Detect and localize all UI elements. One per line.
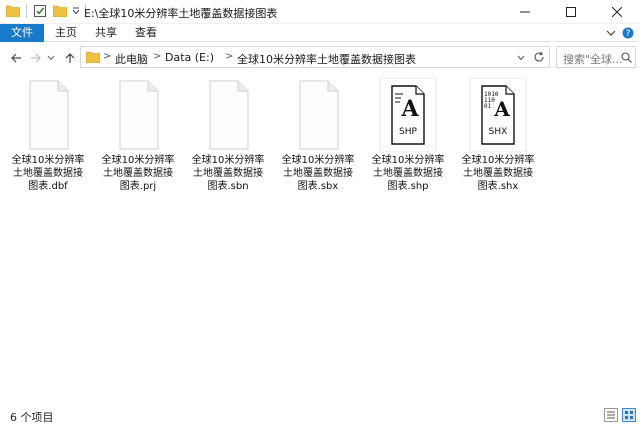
- tab-view[interactable]: 查看: [126, 24, 166, 42]
- breadcrumb-separator-icon[interactable]: >: [225, 51, 233, 62]
- refresh-icon[interactable]: [533, 51, 545, 63]
- maximize-icon: [566, 7, 576, 17]
- tab-share[interactable]: 共享: [86, 24, 126, 42]
- breadcrumb-separator-icon[interactable]: >: [103, 51, 111, 62]
- expand-ribbon-icon[interactable]: [606, 29, 616, 37]
- file-name-line: 全球10米分辨率: [191, 155, 265, 166]
- address-dropdown-icon[interactable]: [517, 54, 525, 62]
- folder-icon: [86, 51, 100, 63]
- address-bar[interactable]: > 此电脑 > Data (E:) > 全球10米分辨率土地覆盖数据接图表: [80, 46, 550, 68]
- arrow-up-icon: [65, 53, 75, 63]
- svg-text:A: A: [400, 96, 419, 122]
- file-badge: SHP: [399, 127, 417, 137]
- blank-file-icon: [299, 80, 339, 150]
- file-name-line: 图表.shx: [477, 181, 519, 192]
- blank-file-icon: [119, 80, 159, 150]
- file-name: 全球10米分辨率 土地覆盖数据接 图表.shp: [368, 154, 448, 193]
- title-bar: E:\全球10米分辨率土地覆盖数据接图表: [0, 0, 640, 24]
- svg-text:01: 01: [484, 103, 492, 110]
- window-title: E:\全球10米分辨率土地覆盖数据接图表: [84, 7, 278, 20]
- new-folder-icon[interactable]: [53, 5, 67, 17]
- recent-locations-button[interactable]: [46, 50, 56, 66]
- file-name-line: 图表.prj: [119, 181, 157, 192]
- file-name-line: 土地覆盖数据接: [373, 168, 443, 179]
- file-name-line: 图表.shp: [387, 181, 429, 192]
- customize-dropdown-icon[interactable]: [71, 6, 81, 16]
- shp-file-icon: A SHP: [379, 78, 437, 152]
- file-name-line: 土地覆盖数据接: [13, 168, 83, 179]
- up-button[interactable]: [62, 50, 78, 66]
- file-name-line: 全球10米分辨率: [101, 155, 175, 166]
- folder-icon[interactable]: [6, 5, 20, 17]
- file-name-line: 图表.sbx: [297, 181, 339, 192]
- back-button[interactable]: [8, 50, 24, 66]
- file-name-line: 土地覆盖数据接: [463, 168, 533, 179]
- breadcrumb-current-folder[interactable]: 全球10米分辨率土地覆盖数据接图表: [237, 51, 416, 67]
- file-list: 全球10米分辨率 土地覆盖数据接 图表.dbf 全球10米分辨率 土地覆盖数据接…: [0, 72, 640, 404]
- toolbar-separator: [26, 4, 27, 18]
- close-button[interactable]: [594, 0, 640, 24]
- file-badge: SHX: [489, 127, 508, 137]
- arrow-left-icon: [11, 53, 21, 63]
- minimize-icon: [520, 11, 530, 13]
- file-item-prj[interactable]: 全球10米分辨率 土地覆盖数据接 图表.prj: [98, 78, 178, 198]
- file-name: 全球10米分辨率 土地覆盖数据接 图表.shx: [458, 154, 538, 193]
- status-bar: 6 个项目: [0, 404, 640, 426]
- file-item-shx[interactable]: 1010 110 01 A SHX 全球10米分辨率 土地覆盖数据接 图表.sh…: [458, 78, 538, 198]
- tab-file[interactable]: 文件: [0, 24, 44, 42]
- svg-text:A: A: [493, 97, 510, 121]
- tab-home[interactable]: 主页: [46, 24, 86, 42]
- file-name-line: 土地覆盖数据接: [283, 168, 353, 179]
- file-name-line: 土地覆盖数据接: [193, 168, 263, 179]
- ribbon-tabs: 文件 主页 共享 查看 ?: [0, 24, 640, 42]
- search-icon: [621, 52, 632, 63]
- file-name-line: 土地覆盖数据接: [103, 168, 173, 179]
- file-name-line: 全球10米分辨率: [461, 155, 535, 166]
- blank-file-icon: [209, 80, 249, 150]
- breadcrumb-drive[interactable]: Data (E:): [165, 51, 214, 64]
- file-name-line: 全球10米分辨率: [371, 155, 445, 166]
- shx-file-icon: 1010 110 01 A SHX: [469, 78, 527, 152]
- file-name: 全球10米分辨率 土地覆盖数据接 图表.sbx: [278, 154, 358, 193]
- help-icon[interactable]: ?: [622, 27, 634, 39]
- breadcrumb-this-pc[interactable]: 此电脑: [115, 51, 148, 67]
- file-item-sbx[interactable]: 全球10米分辨率 土地覆盖数据接 图表.sbx: [278, 78, 358, 198]
- breadcrumb-separator-icon[interactable]: >: [153, 51, 161, 62]
- svg-text:?: ?: [626, 29, 631, 39]
- file-name: 全球10米分辨率 土地覆盖数据接 图表.dbf: [8, 154, 88, 193]
- search-placeholder: 搜索"全球...: [563, 53, 623, 66]
- file-name: 全球10米分辨率 土地覆盖数据接 图表.prj: [98, 154, 178, 193]
- search-input[interactable]: 搜索"全球...: [556, 46, 636, 68]
- quick-access-toolbar: [6, 4, 86, 18]
- large-icons-view-icon[interactable]: [622, 408, 636, 422]
- details-view-icon[interactable]: [604, 408, 618, 422]
- file-item-dbf[interactable]: 全球10米分辨率 土地覆盖数据接 图表.dbf: [8, 78, 88, 198]
- file-name-line: 图表.dbf: [28, 181, 68, 192]
- close-icon: [612, 7, 622, 17]
- file-name: 全球10米分辨率 土地覆盖数据接 图表.sbn: [188, 154, 268, 193]
- blank-file-icon: [29, 80, 69, 150]
- navigation-bar: > 此电脑 > Data (E:) > 全球10米分辨率土地覆盖数据接图表 搜索…: [0, 42, 640, 72]
- minimize-button[interactable]: [502, 0, 548, 24]
- file-item-sbn[interactable]: 全球10米分辨率 土地覆盖数据接 图表.sbn: [188, 78, 268, 198]
- file-item-shp[interactable]: A SHP 全球10米分辨率 土地覆盖数据接 图表.shp: [368, 78, 448, 198]
- chevron-down-icon: [47, 55, 55, 61]
- properties-icon[interactable]: [33, 4, 47, 18]
- file-name-line: 全球10米分辨率: [281, 155, 355, 166]
- forward-button[interactable]: [28, 50, 44, 66]
- file-name-line: 全球10米分辨率: [11, 155, 85, 166]
- item-count: 6 个项目: [10, 411, 54, 424]
- maximize-button[interactable]: [548, 0, 594, 24]
- arrow-right-icon: [31, 53, 41, 63]
- file-name-line: 图表.sbn: [207, 181, 249, 192]
